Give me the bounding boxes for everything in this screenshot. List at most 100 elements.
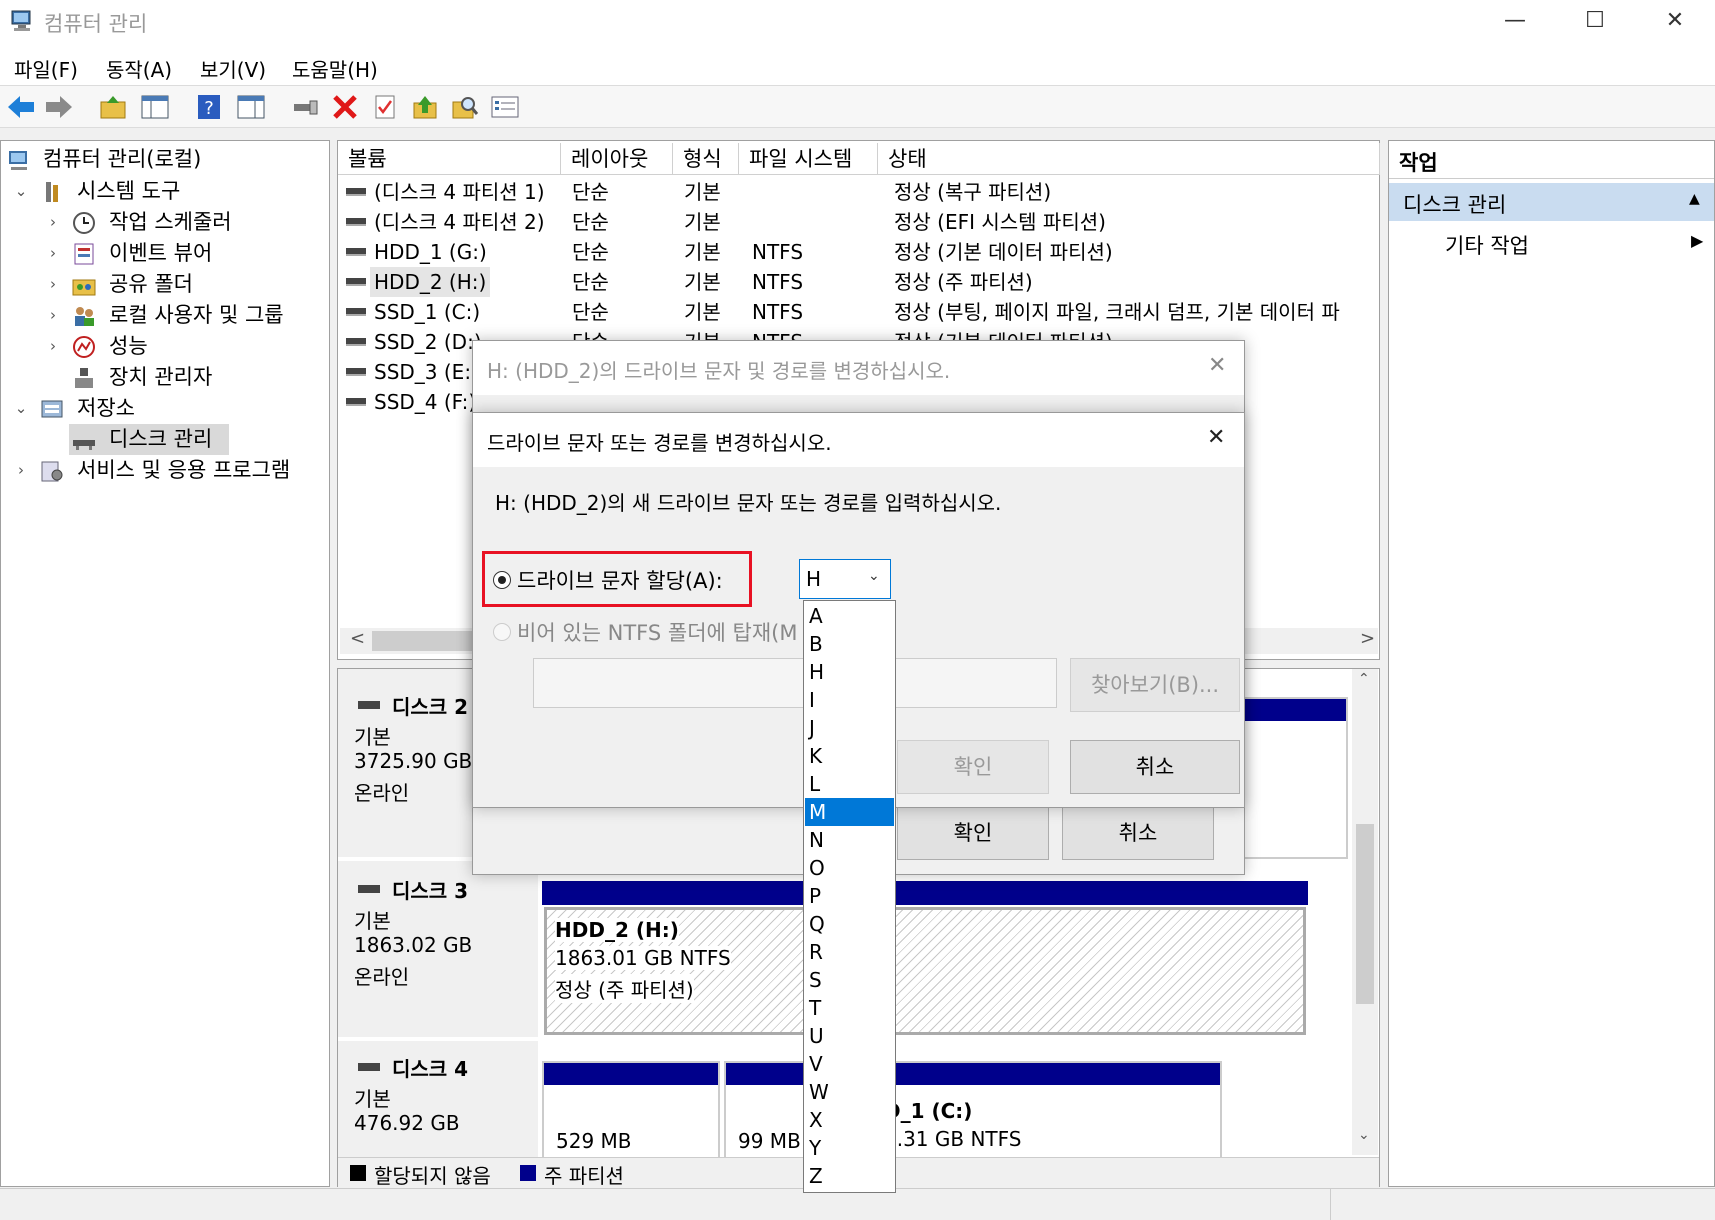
collapse-chevron-icon[interactable]: ⌄ (13, 176, 29, 207)
column-status[interactable]: 상태 (878, 143, 1380, 175)
scroll-left-arrow[interactable]: < (350, 628, 365, 649)
drive-letter-option[interactable]: N (805, 826, 894, 854)
close-icon[interactable]: ✕ (1208, 353, 1226, 378)
actions-section-disk-management[interactable]: 디스크 관리 ▲ (1389, 183, 1714, 221)
scroll-right-arrow[interactable]: > (1360, 628, 1375, 649)
show-hide-tree-icon[interactable] (140, 93, 170, 121)
drive-letter-option[interactable]: B (805, 630, 894, 658)
column-type[interactable]: 형식 (673, 143, 739, 175)
folder-path-input[interactable] (533, 658, 1057, 708)
help-icon[interactable]: ? (194, 93, 224, 121)
scroll-up-arrow[interactable]: ⌃ (1358, 671, 1370, 687)
drive-letter-option[interactable]: R (805, 938, 894, 966)
list-view-icon[interactable] (490, 93, 520, 121)
forward-arrow-icon[interactable] (44, 93, 74, 121)
tree-item-system-tools[interactable]: ⌄ 시스템 도구 (1, 176, 321, 207)
browse-button[interactable]: 찾아보기(B)... (1070, 658, 1240, 712)
properties-icon[interactable] (370, 93, 400, 121)
tree-item-services[interactable]: › 서비스 및 응용 프로그램 (1, 455, 321, 486)
column-volume[interactable]: 볼륨 (338, 143, 561, 175)
outer-cancel-button[interactable]: 취소 (1062, 806, 1214, 860)
tree-item-root[interactable]: 컴퓨터 관리(로컬) (1, 144, 321, 175)
expand-chevron-icon[interactable]: › (45, 300, 61, 331)
table-row[interactable]: HDD_1 (G:) 단순 기본 NTFS 정상 (기본 데이터 파티션) (338, 237, 1378, 267)
delete-icon[interactable] (330, 93, 360, 121)
menu-help[interactable]: 도움말(H) (292, 54, 378, 83)
maximize-button[interactable]: ☐ (1555, 0, 1635, 44)
close-button[interactable]: ✕ (1635, 0, 1715, 44)
drive-letter-option[interactable]: P (805, 882, 894, 910)
up-level-icon[interactable] (410, 93, 440, 121)
vertical-scrollbar[interactable]: ⌃ ⌄ (1352, 669, 1378, 1155)
expand-chevron-icon[interactable]: › (13, 455, 29, 486)
device-manager-icon (71, 366, 97, 390)
drive-letter-option[interactable]: O (805, 854, 894, 882)
drive-letter-option[interactable]: M (805, 798, 894, 826)
table-row[interactable]: HDD_2 (H:) 단순 기본 NTFS 정상 (주 파티션) (338, 267, 1378, 297)
tree-item-performance[interactable]: › 성능 (1, 331, 321, 362)
drive-letter-option[interactable]: V (805, 1050, 894, 1078)
drive-letter-option[interactable]: A (805, 602, 894, 630)
drive-letter-option[interactable]: J (805, 714, 894, 742)
column-file-system[interactable]: 파일 시스템 (739, 143, 878, 175)
actions-pane: 작업 디스크 관리 ▲ 기타 작업 ▶ (1388, 140, 1715, 1187)
drive-letter-option[interactable]: K (805, 742, 894, 770)
expand-chevron-icon[interactable]: › (45, 269, 61, 300)
volume-icon (346, 398, 366, 406)
tree-item-local-users[interactable]: › 로컬 사용자 및 그룹 (1, 300, 321, 331)
collapse-chevron-icon[interactable]: ⌄ (13, 393, 29, 424)
table-row[interactable]: (디스크 4 파티션 2) 단순 기본 정상 (EFI 시스템 파티션) (338, 207, 1378, 237)
drive-letter-option[interactable]: T (805, 994, 894, 1022)
drive-letter-option[interactable]: H (805, 658, 894, 686)
tree-item-task-scheduler[interactable]: › 작업 스케줄러 (1, 207, 321, 238)
ok-button[interactable]: 확인 (897, 740, 1049, 794)
volume-icon (346, 188, 366, 196)
connect-icon[interactable] (290, 93, 320, 121)
tree-item-storage[interactable]: ⌄ 저장소 (1, 393, 321, 424)
menu-action[interactable]: 동작(A) (106, 54, 172, 83)
drive-letter-option[interactable]: Q (805, 910, 894, 938)
drive-letter-option[interactable]: X (805, 1106, 894, 1134)
radio-selected-icon[interactable] (493, 571, 511, 589)
table-row[interactable]: SSD_1 (C:) 단순 기본 NTFS 정상 (부팅, 페이지 파일, 크래시 덤프… (338, 297, 1378, 327)
partition-block[interactable]: HDD_2 (H:) 1863.01 GB NTFS 정상 (주 파티션) (542, 881, 1308, 1037)
scroll-down-arrow[interactable]: ⌄ (1358, 1127, 1370, 1143)
expand-chevron-icon[interactable]: › (45, 207, 61, 238)
outer-ok-button[interactable]: 확인 (897, 806, 1049, 860)
up-folder-icon[interactable] (98, 93, 128, 121)
drive-letter-option[interactable]: Z (805, 1162, 894, 1190)
scroll-thumb[interactable] (372, 631, 482, 651)
drive-letter-list[interactable]: ABHIJKLMNOPQRSTUVWXYZ (803, 600, 896, 1193)
expand-chevron-icon[interactable]: › (45, 238, 61, 269)
radio-unselected-icon[interactable] (493, 623, 511, 641)
drive-letter-option[interactable]: L (805, 770, 894, 798)
disk-info[interactable]: 디스크 3 기본 1863.02 GB 온라인 (338, 861, 538, 1039)
scroll-thumb[interactable] (1356, 824, 1374, 1004)
back-arrow-icon[interactable] (6, 93, 36, 121)
tree-item-shared-folders[interactable]: › 공유 폴더 (1, 269, 321, 300)
close-icon[interactable]: ✕ (1207, 425, 1225, 450)
collapse-arrow-icon[interactable]: ▲ (1689, 191, 1700, 207)
table-row[interactable]: (디스크 4 파티션 1) 단순 기본 정상 (복구 파티션) (338, 177, 1378, 207)
minimize-button[interactable]: — (1475, 0, 1555, 44)
show-action-pane-icon[interactable] (236, 93, 266, 121)
search-icon[interactable] (450, 93, 480, 121)
tree-item-device-manager[interactable]: 장치 관리자 (1, 362, 321, 393)
drive-letter-option[interactable]: Y (805, 1134, 894, 1162)
menu-file[interactable]: 파일(F) (14, 54, 78, 83)
drive-letter-option[interactable]: U (805, 1022, 894, 1050)
partition-block[interactable]: 529 MB (542, 1061, 720, 1161)
drive-letter-option[interactable]: I (805, 686, 894, 714)
drive-letter-option[interactable]: S (805, 966, 894, 994)
column-layout[interactable]: 레이아웃 (561, 143, 673, 175)
cancel-button[interactable]: 취소 (1070, 740, 1240, 794)
partition-block[interactable]: 99 MB D_1 (C:) 6.31 GB NTFS (724, 1061, 1222, 1161)
menu-view[interactable]: 보기(V) (200, 54, 266, 83)
actions-item-more[interactable]: 기타 작업 ▶ (1389, 225, 1714, 261)
drive-letter-select[interactable]: H ⌄ (799, 559, 891, 599)
expand-chevron-icon[interactable]: › (45, 331, 61, 362)
disk-info[interactable]: 디스크 4 기본 476.92 GB (338, 1041, 538, 1161)
drive-letter-option[interactable]: W (805, 1078, 894, 1106)
tree-item-disk-management[interactable]: 디스크 관리 (69, 424, 229, 455)
tree-item-event-viewer[interactable]: › 이벤트 뷰어 (1, 238, 321, 269)
